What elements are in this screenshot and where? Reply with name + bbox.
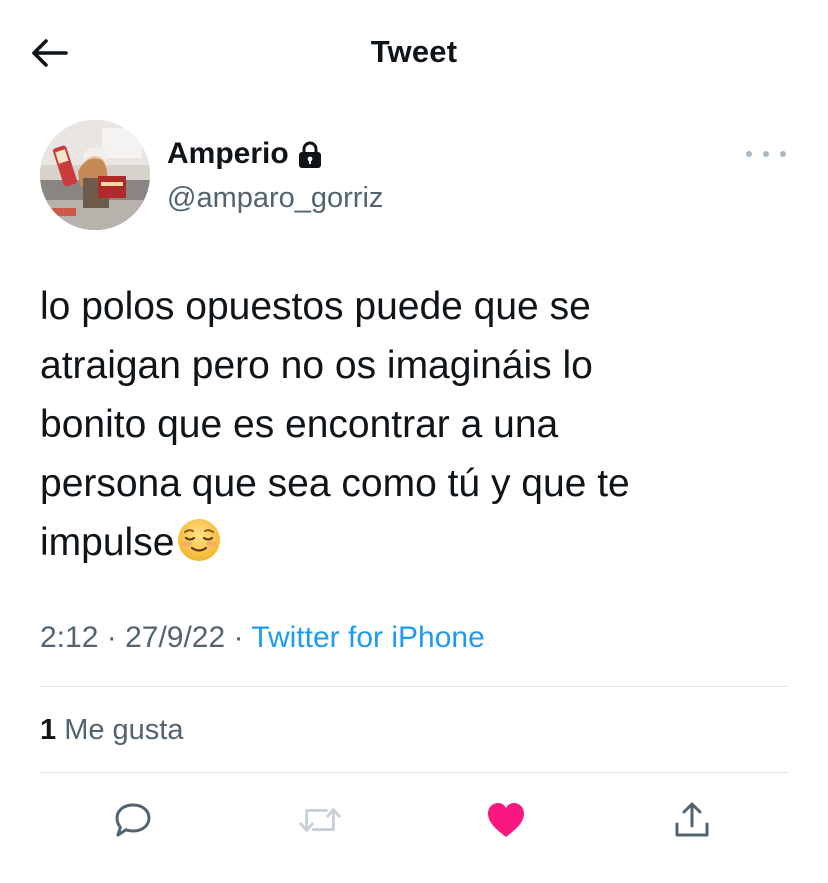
avatar-photo: [40, 120, 150, 230]
divider: [40, 686, 788, 687]
meta-separator: ·: [233, 621, 244, 654]
more-dot-icon: [746, 151, 752, 157]
tweet-text: lo polos opuestos puede que se atraigan …: [40, 277, 790, 572]
tweet-meta: 2:12 · 27/9/22 · Twitter for iPhone: [40, 618, 485, 658]
page-title: Tweet: [370, 34, 458, 69]
top-bar: Tweet: [0, 0, 828, 105]
tweet-text-line: persona que sea como tú y que te: [40, 462, 630, 505]
tweet-text-line: impulse: [40, 521, 175, 564]
retweet-button[interactable]: [298, 798, 342, 842]
tweet-text-line: atraigan pero no os imagináis lo: [40, 344, 593, 387]
likes-count: 1: [40, 714, 57, 746]
tweet-text-line: lo polos opuestos puede que se: [40, 285, 591, 328]
likes-label: Me gusta: [64, 714, 184, 746]
reply-button[interactable]: [111, 798, 155, 842]
tweet-text-last-line: impulse: [40, 513, 790, 572]
display-name[interactable]: Amperio: [167, 136, 289, 172]
avatar[interactable]: [40, 120, 150, 230]
tweet-text-line: bonito que es encontrar a una: [40, 403, 559, 446]
speech-bubble-icon: [115, 803, 151, 837]
tweet-author: Amperio @amparo_gorriz: [40, 120, 790, 235]
meta-separator: ·: [106, 621, 117, 654]
likes-stat[interactable]: 1 Me gusta: [40, 710, 184, 750]
retweet-icon: [299, 808, 341, 832]
more-options-button[interactable]: [746, 146, 786, 162]
tweet-date[interactable]: 27/9/22: [125, 621, 225, 654]
more-dot-icon: [763, 151, 769, 157]
name-row: Amperio: [167, 136, 323, 172]
heart-icon: [488, 803, 524, 837]
share-button[interactable]: [670, 798, 714, 842]
like-button[interactable]: [484, 798, 528, 842]
tweet-source-link[interactable]: Twitter for iPhone: [251, 621, 484, 654]
action-bar: [0, 790, 828, 850]
lock-icon: [298, 141, 321, 168]
user-handle[interactable]: @amparo_gorriz: [167, 180, 383, 216]
tweet-time[interactable]: 2:12: [40, 621, 98, 654]
divider: [40, 772, 788, 773]
share-icon: [675, 802, 709, 837]
more-dot-icon: [780, 151, 786, 157]
relieved-face-emoji-icon: [178, 519, 221, 561]
